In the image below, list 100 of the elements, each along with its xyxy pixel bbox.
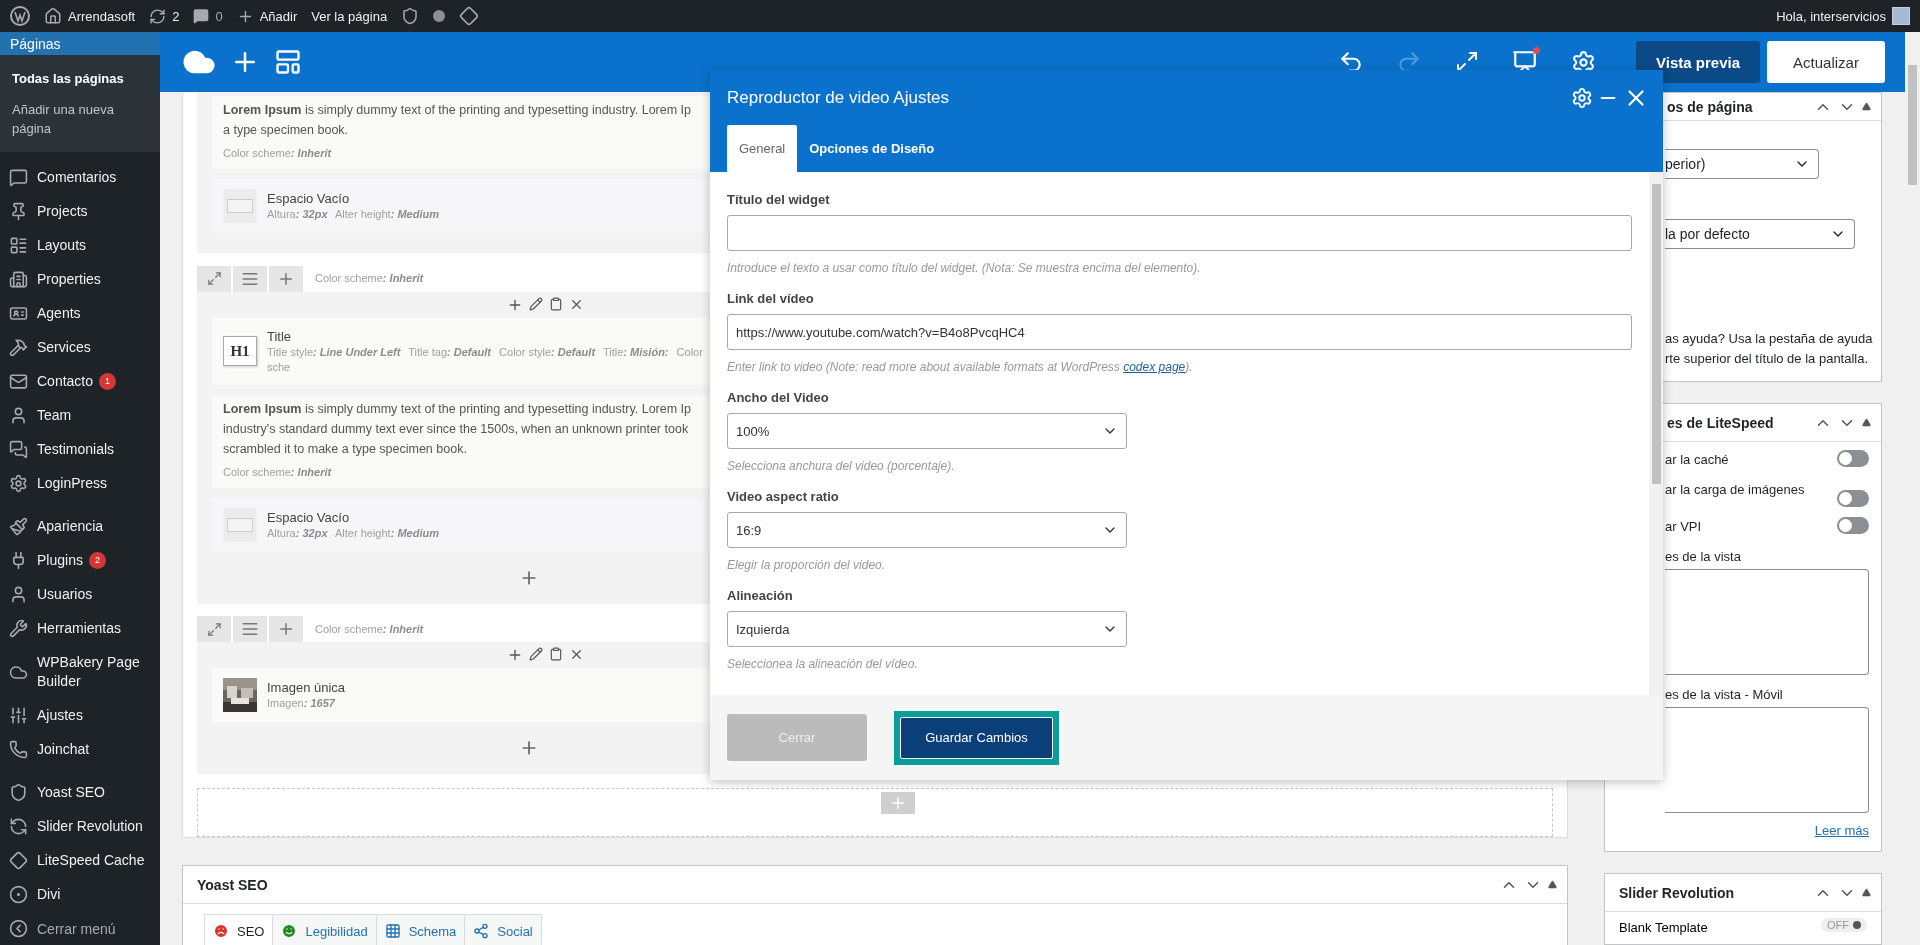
- grid-icon: [384, 923, 401, 939]
- sidebar-item[interactable]: Team: [0, 399, 160, 433]
- toggle-switch[interactable]: [1837, 450, 1869, 467]
- count-badge: 1: [99, 373, 117, 390]
- sidebar-item[interactable]: LoginPress: [0, 467, 160, 501]
- triangle-icon[interactable]: [1548, 880, 1557, 889]
- option-label: ar VPI: [1665, 518, 1702, 536]
- field-label: Link del vídeo: [727, 291, 815, 306]
- sidebar-item[interactable]: Comentarios: [0, 161, 160, 195]
- shield-icon[interactable]: [401, 7, 420, 25]
- field-label: Alineación: [727, 588, 794, 603]
- site-link[interactable]: Arrendasoft: [44, 7, 136, 25]
- account-link[interactable]: Hola, interservicios: [1776, 7, 1910, 25]
- sidebar-item[interactable]: Apariencia: [0, 510, 160, 544]
- sidebar-item[interactable]: Services: [0, 331, 160, 365]
- submenu-item[interactable]: Añadir una nueva página: [0, 94, 160, 144]
- sidebar-item[interactable]: Agents: [0, 297, 160, 331]
- updates-link[interactable]: 2: [149, 7, 180, 25]
- sidebar-item[interactable]: Properties: [0, 263, 160, 297]
- settings-icon[interactable]: [1571, 86, 1593, 109]
- add-button[interactable]: [269, 616, 303, 643]
- sidebar-item[interactable]: Plugins 2: [0, 544, 160, 578]
- sidebar-item[interactable]: Ajustes: [0, 699, 160, 733]
- sidebar-item[interactable]: Divi: [0, 878, 160, 912]
- select-field[interactable]: la por defecto: [1665, 219, 1855, 249]
- triangle-icon[interactable]: [1862, 102, 1871, 111]
- select-field[interactable]: 16:9: [727, 512, 1127, 548]
- sidebar-item[interactable]: Yoast SEO: [0, 776, 160, 810]
- expand-button[interactable]: [197, 265, 231, 292]
- element-details: Imagen: 1657: [267, 696, 337, 712]
- mail-icon: [9, 372, 28, 391]
- sidebar-item[interactable]: Layouts: [0, 229, 160, 263]
- preview-button[interactable]: Vista previa: [1636, 41, 1760, 83]
- columns-button[interactable]: [233, 265, 267, 292]
- option-label: ar la carga de imágenes: [1665, 481, 1805, 499]
- tab[interactable]: SEO: [204, 914, 274, 945]
- hammer-icon: [9, 338, 28, 357]
- sad-face-icon: [213, 923, 229, 939]
- expand-button[interactable]: [197, 616, 231, 643]
- comments-link[interactable]: 0: [193, 8, 223, 24]
- view-page-link[interactable]: Ver la página: [311, 8, 388, 24]
- spacer-icon: [223, 507, 257, 542]
- sidebar-item[interactable]: Herramientas: [0, 612, 160, 646]
- wrench-icon: [9, 619, 28, 638]
- tab[interactable]: Opciones de Diseño: [797, 125, 947, 172]
- sidebar-item[interactable]: Joinchat: [0, 733, 160, 767]
- pencil-icon[interactable]: [529, 647, 543, 662]
- scrollbar[interactable]: [1649, 172, 1663, 695]
- sidebar-item[interactable]: WPBakery Page Builder: [0, 646, 160, 699]
- phone-icon: [9, 740, 28, 759]
- collapse-menu[interactable]: Cerrar menú: [0, 912, 160, 945]
- avatar: [1892, 7, 1910, 25]
- sidebar-item[interactable]: LiteSpeed Cache: [0, 844, 160, 878]
- triangle-icon[interactable]: [1862, 888, 1871, 897]
- input-field[interactable]: [727, 215, 1632, 251]
- option-label: ar la caché: [1665, 451, 1729, 469]
- columns-button[interactable]: [233, 616, 267, 643]
- sidebar-item[interactable]: Páginas: [0, 32, 160, 55]
- sidebar-item[interactable]: Slider Revolution: [0, 810, 160, 844]
- update-button[interactable]: Actualizar: [1767, 41, 1885, 83]
- clipboard-icon[interactable]: [549, 647, 563, 662]
- circle-icon: [9, 885, 28, 904]
- add-new-link[interactable]: Añadir: [236, 7, 298, 25]
- logo-icon[interactable]: [10, 6, 30, 26]
- text-area[interactable]: [1665, 707, 1869, 813]
- sidebar-item[interactable]: Contacto 1: [0, 365, 160, 399]
- building-icon: [9, 270, 28, 289]
- help-text: Seleccionea la alineación del vídeo.: [727, 657, 919, 671]
- toggle-switch[interactable]: [1837, 517, 1869, 534]
- list-icon: [9, 236, 28, 255]
- save-button[interactable]: Guardar Cambios: [900, 716, 1053, 759]
- panel-title: Slider Revolution: [1619, 884, 1736, 901]
- chevron-left-icon: [9, 919, 28, 938]
- tab[interactable]: Legibilidad: [272, 914, 377, 945]
- codex-link[interactable]: codex page: [1123, 360, 1186, 374]
- smiley-icon: [281, 923, 298, 939]
- toggle-switch[interactable]: [1837, 490, 1869, 507]
- select-field[interactable]: perior): [1665, 149, 1819, 179]
- select-field[interactable]: Izquierda: [727, 611, 1127, 647]
- sidebar-item[interactable]: Usuarios: [0, 578, 160, 612]
- sidebar-item[interactable]: Projects: [0, 195, 160, 229]
- add-button[interactable]: [269, 265, 303, 292]
- tab[interactable]: General: [727, 125, 798, 172]
- tab[interactable]: Social: [464, 914, 542, 945]
- option-label: Blank Template: [1619, 919, 1708, 937]
- triangle-icon[interactable]: [1862, 418, 1871, 427]
- sidebar-item[interactable]: Testimonials: [0, 433, 160, 467]
- help-text: Introduce el texto a usar como título del widget. (Nota: Se muestra encima del elemento).: [727, 261, 1202, 275]
- status-dot[interactable]: [433, 10, 446, 22]
- pencil-icon[interactable]: [529, 296, 543, 311]
- read-more-link[interactable]: Leer más: [1814, 823, 1869, 838]
- layout-icon[interactable]: [274, 48, 302, 76]
- input-field[interactable]: https://www.youtube.com/watch?v=B4o8PvcqHC4: [727, 314, 1632, 350]
- text-area[interactable]: [1665, 569, 1869, 675]
- diamond-icon[interactable]: [459, 6, 480, 26]
- element-details: Altura: 32px Alter height: Medium: [267, 207, 440, 222]
- tab[interactable]: Schema: [375, 914, 466, 945]
- submenu-item[interactable]: Todas las páginas: [0, 63, 160, 94]
- clipboard-icon[interactable]: [549, 296, 563, 311]
- select-field[interactable]: 100%: [727, 413, 1127, 449]
